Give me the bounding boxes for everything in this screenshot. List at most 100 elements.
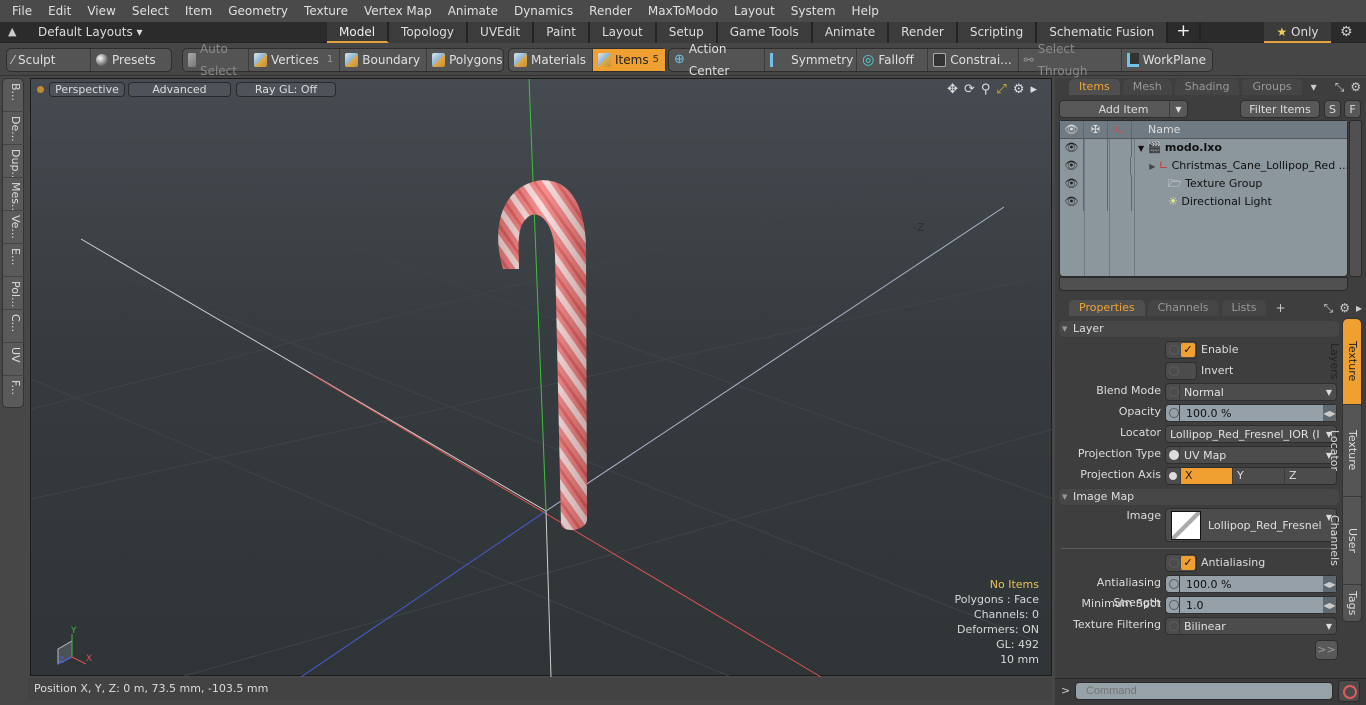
sculpt-button[interactable]: ⁄ Sculpt	[7, 49, 91, 71]
polygons-button[interactable]: Polygons	[427, 49, 508, 71]
menu-item[interactable]: Item	[177, 0, 220, 22]
left-tab-mesh-edit[interactable]: Mes...	[3, 178, 25, 211]
auto-select-button[interactable]: Auto Select	[183, 42, 250, 78]
left-tab-polygon[interactable]: Pol...	[3, 277, 25, 310]
tab-layout[interactable]: Layout	[589, 22, 657, 43]
opacity-input[interactable]: 100.0 % ◀▶	[1165, 404, 1337, 422]
visibility-eye-icon[interactable]: 👁	[1060, 175, 1084, 193]
viewport-options-dot[interactable]	[37, 86, 44, 93]
left-tab-fusion[interactable]: F...	[3, 376, 25, 409]
menu-geometry[interactable]: Geometry	[220, 0, 296, 22]
menu-vertex-map[interactable]: Vertex Map	[356, 0, 440, 22]
record-macro-icon[interactable]	[1338, 680, 1360, 702]
locator-select[interactable]: Lollipop_Red_Fresnel_IOR (I ... ▼	[1165, 425, 1337, 443]
f-button[interactable]: F	[1344, 100, 1361, 118]
axis-x-option[interactable]: X	[1180, 468, 1232, 484]
add-properties-tab-button[interactable]: +	[1275, 300, 1285, 316]
viewport-gear-icon[interactable]: ⚙	[1013, 82, 1025, 97]
zoom-magnifier-icon[interactable]: ⚲	[981, 82, 991, 97]
tabs-dropdown-icon[interactable]: ▾	[1311, 79, 1317, 95]
tab-animate[interactable]: Animate	[812, 22, 890, 43]
visibility-eye-icon[interactable]: 👁	[1060, 139, 1084, 157]
menu-maxtomodo[interactable]: MaxToModo	[640, 0, 726, 22]
invert-checkbox[interactable]	[1165, 362, 1197, 380]
menu-view[interactable]: View	[79, 0, 123, 22]
tree-row[interactable]: 👁 ▶ ∟ Christmas_Cane_Lollipop_Red ...	[1060, 157, 1347, 175]
menu-animate[interactable]: Animate	[440, 0, 506, 22]
slider-arrows-icon[interactable]: ◀▶	[1323, 405, 1336, 421]
raygl-button[interactable]: Ray GL: Off	[236, 82, 336, 97]
default-layouts-dropdown[interactable]: Default Layouts ▾	[38, 24, 143, 41]
image-map-section[interactable]: Image Map	[1059, 489, 1339, 505]
texture-filtering-select[interactable]: Bilinear ▼	[1165, 617, 1337, 635]
pan-move-icon[interactable]: ✥	[947, 82, 958, 97]
only-favorites-toggle[interactable]: ★ Only	[1264, 22, 1331, 43]
left-tab-vertex[interactable]: Ve...	[3, 211, 25, 244]
boundary-button[interactable]: Boundary	[340, 49, 428, 71]
3d-viewport[interactable]: -Z Y X Z Perspective Advanced Ray GL: Of…	[30, 78, 1053, 677]
shading-mode-button[interactable]: Advanced	[128, 82, 231, 97]
tab-model[interactable]: Model	[327, 22, 390, 43]
collapse-up-icon[interactable]: ▲	[8, 25, 20, 39]
tree-horizontal-scrollbar[interactable]	[1059, 277, 1348, 291]
left-tab-basic[interactable]: B...	[3, 79, 25, 112]
side-tab-texture-locator[interactable]: Texture Locator	[1328, 405, 1361, 497]
projection-type-select[interactable]: UV Map ▼	[1165, 446, 1337, 464]
expand-triangle-icon[interactable]: ▶	[1149, 162, 1155, 171]
add-item-dropdown-icon[interactable]: ▼	[1169, 101, 1187, 118]
tab-mesh[interactable]: Mesh ...	[1122, 79, 1172, 109]
menu-dynamics[interactable]: Dynamics	[506, 0, 581, 22]
tab-lists[interactable]: Lists	[1221, 300, 1267, 316]
select-through-button[interactable]: ⚯ Select Through	[1019, 42, 1122, 78]
axis-y-option[interactable]: Y	[1232, 468, 1284, 484]
menu-layout[interactable]: Layout	[726, 0, 783, 22]
left-tab-curve[interactable]: C...	[3, 310, 25, 343]
falloff-button[interactable]: ◎ Falloff	[857, 49, 929, 71]
tab-shading[interactable]: Shading	[1174, 79, 1240, 95]
items-button[interactable]: Items 5	[593, 49, 665, 71]
visibility-eye-icon[interactable]: 👁	[1060, 193, 1084, 211]
menu-help[interactable]: Help	[844, 0, 887, 22]
action-center-button[interactable]: ⊕ Action Center	[669, 42, 766, 78]
properties-arrow-icon[interactable]: ▸	[1356, 300, 1362, 316]
materials-button[interactable]: Materials	[509, 49, 594, 71]
vertices-button[interactable]: Vertices 1	[249, 49, 341, 71]
command-input[interactable]	[1075, 682, 1333, 700]
add-item-button[interactable]: Add Item ▼	[1059, 100, 1188, 118]
slider-arrows-icon[interactable]: ◀▶	[1323, 576, 1336, 592]
more-options-button[interactable]: >>	[1315, 640, 1338, 660]
menu-file[interactable]: File	[4, 0, 40, 22]
tab-render[interactable]: Render	[889, 22, 958, 43]
left-tab-uv[interactable]: UV	[3, 343, 25, 376]
menu-render[interactable]: Render	[581, 0, 640, 22]
tree-row[interactable]: 👁 🗁 Texture Group	[1060, 175, 1347, 193]
add-layout-tab-button[interactable]: +	[1168, 22, 1201, 43]
antialiasing-checkbox[interactable]: ✓	[1165, 554, 1197, 572]
view-mode-button[interactable]: Perspective	[49, 82, 125, 97]
type-header-icon[interactable]: ∟	[1108, 121, 1132, 138]
name-column-header[interactable]: Name	[1132, 121, 1180, 138]
layer-section[interactable]: Layer	[1059, 321, 1339, 337]
panel-gear-icon[interactable]: ⚙	[1350, 79, 1361, 95]
filter-items-button[interactable]: Filter Items	[1240, 100, 1320, 118]
left-tab-deform[interactable]: De...	[3, 112, 25, 145]
tab-uvedit[interactable]: UVEdit	[468, 22, 535, 43]
blend-mode-select[interactable]: Normal ▼	[1165, 383, 1337, 401]
menu-system[interactable]: System	[783, 0, 844, 22]
constraints-button[interactable]: Constrai...	[928, 49, 1019, 71]
tree-row[interactable]: 👁 ☀ Directional Light	[1060, 193, 1347, 211]
enable-checkbox[interactable]: ✓	[1165, 341, 1197, 359]
collapse-triangle-icon[interactable]: ▼	[1138, 144, 1144, 153]
tab-properties[interactable]: Properties	[1069, 300, 1145, 316]
workplane-button[interactable]: WorkPlane	[1122, 49, 1212, 71]
menu-texture[interactable]: Texture	[296, 0, 356, 22]
tree-row[interactable]: 👁 ▼ 🎬 modo.lxo	[1060, 139, 1347, 157]
expand-properties-icon[interactable]: ⤡	[1324, 300, 1334, 316]
tab-paint[interactable]: Paint	[534, 22, 590, 43]
symmetry-button[interactable]: Symmetry	[765, 49, 858, 71]
tab-topology[interactable]: Topology	[389, 22, 469, 43]
image-select[interactable]: Lollipop_Red_Fresnel... ▼	[1165, 508, 1337, 542]
minimum-spot-input[interactable]: 1.0 ◀▶	[1165, 596, 1337, 614]
rotate-icon[interactable]: ⟳	[964, 82, 975, 97]
viewport-expand-arrow-icon[interactable]: ▸	[1030, 82, 1037, 97]
